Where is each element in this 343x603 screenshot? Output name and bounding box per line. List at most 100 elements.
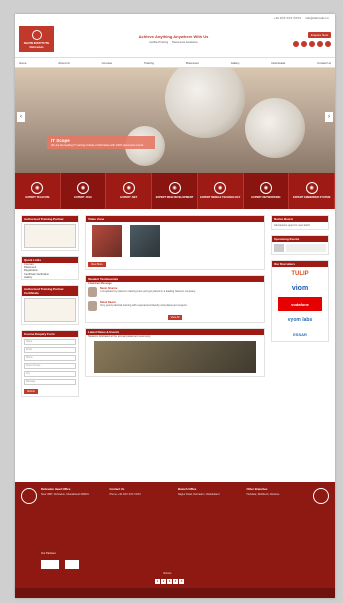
enquire-button[interactable]: Enquire Now [307, 31, 331, 38]
code-icon: ◉ [77, 182, 90, 194]
service-web[interactable]: ◉ EXPERT WEB DEVELOPMENT [152, 172, 198, 209]
site-logo[interactable]: NAVIN INSTITUTE Dehradun [19, 26, 54, 52]
event-text [286, 244, 326, 252]
name-field[interactable]: Name [24, 339, 76, 346]
nav-home[interactable]: Home [19, 61, 26, 65]
service-dotnet[interactable]: ◉ EXPERT .NET [106, 172, 153, 209]
partner-logo[interactable] [41, 560, 59, 569]
video-thumbnail[interactable] [130, 225, 160, 257]
video-thumbnails [86, 222, 264, 260]
service-label: EXPERT JAVA [74, 196, 92, 199]
highlight-1: Certified Training [149, 41, 169, 44]
event-item[interactable] [272, 242, 328, 254]
google-plus-icon[interactable] [309, 40, 315, 47]
service-label: EXPERT TELECOM [25, 196, 50, 199]
certificate-image[interactable] [24, 224, 76, 248]
counter-digit: 1 [155, 579, 160, 584]
quick-link[interactable]: Gallery [22, 276, 78, 279]
nav-downloads[interactable]: Downloads [271, 61, 285, 65]
certificate-box: Authorised Training Partner [21, 215, 79, 251]
certificate-box-2: Authorised Training Partner Certificate [21, 285, 79, 326]
footer-columns: Dehradun Head Office Near ISBT, Dehradun… [15, 482, 335, 497]
submit-button[interactable]: Submit [24, 389, 38, 395]
video-thumbnail[interactable] [92, 225, 122, 257]
browser-frame: +91 9XX XXX XXXX info@dehradun.in NAVIN … [15, 14, 335, 598]
recruiter-logo-essar[interactable]: ESSAR [272, 327, 328, 341]
web-icon: ◉ [168, 182, 181, 194]
slider-next-icon[interactable]: › [325, 112, 333, 122]
nav-training[interactable]: Training [144, 61, 154, 65]
quick-links-box: Quick Links Courses Placement Registrati… [21, 256, 79, 281]
view-more-button[interactable]: View More [88, 262, 106, 267]
youtube-icon[interactable] [325, 40, 331, 47]
recruiter-logo-tulip[interactable]: TULIP [272, 267, 328, 281]
notice-board-box: Notice Board Admissions open for new bat… [271, 215, 329, 230]
recruiters-box: Our Recruiters TULIP viom vodafone vyom … [271, 260, 329, 342]
hero-description: We are the leading IT training institute… [51, 144, 144, 147]
email-text[interactable]: info@dehradun.in [305, 16, 329, 20]
service-networking[interactable]: ◉ EXPERT NETWORKING [243, 172, 290, 209]
events-box: Upcoming Events [271, 235, 329, 255]
recruiter-logo-viom[interactable]: viom [272, 281, 328, 295]
testimonials-box: Student Testimonials Chairman Message Na… [85, 275, 265, 324]
testimonial-item: Navin Sharma I completed my telecom trai… [86, 285, 264, 299]
enquiry-form: Course Enquiry Form Name Email Phone Sel… [21, 330, 79, 398]
counter-digit: 2 [161, 579, 166, 584]
footer-col-text: Phone: +91 9XX XXX XXXX [109, 493, 141, 497]
net-icon: ◉ [122, 182, 135, 194]
avatar [88, 287, 97, 298]
partner-logo[interactable] [65, 560, 79, 569]
recruiter-logo-vodafone[interactable]: vodafone [278, 297, 322, 311]
testimonial-text: Navin Sharma I completed my telecom trai… [100, 287, 196, 293]
nav-courses[interactable]: Courses [102, 61, 112, 65]
service-embedded[interactable]: ◉ EXPERT EMBEDDED SYSTEM [289, 172, 335, 209]
footer-logo-icon [21, 488, 37, 504]
network-icon: ◉ [259, 182, 272, 194]
phone-field[interactable]: Phone [24, 355, 76, 362]
hero-caption: IT Scope We are the leading IT training … [47, 136, 155, 149]
testimonial-item: Rahul Rawat Very good practical training… [86, 299, 264, 313]
service-java[interactable]: ◉ EXPERT JAVA [60, 172, 107, 209]
facebook-icon[interactable] [293, 40, 299, 47]
service-label: EXPERT MOBILE TECHNOLOGY [200, 196, 241, 199]
services-strip: ◉ EXPERT TELECOM ◉ EXPERT JAVA ◉ EXPERT .NE… [15, 172, 335, 209]
certificate-heading-2: Authorised Training Partner Certificate [22, 286, 78, 297]
email-field[interactable]: Email [24, 347, 76, 354]
partner-logos [41, 560, 79, 569]
site-footer: Dehradun Head Office Near ISBT, Dehradun… [15, 482, 335, 598]
city-field[interactable]: City [24, 371, 76, 378]
top-contact-bar: +91 9XX XXX XXXX info@dehradun.in [15, 14, 335, 21]
recruiter-logo-vyomlabs[interactable]: vyom labs [272, 313, 328, 327]
left-column: Authorised Training Partner Quick Links … [21, 215, 79, 461]
header-right: Enquire Now [293, 31, 331, 47]
testimonial-body: Very good practical training with experi… [100, 304, 188, 308]
nav-contact[interactable]: Contact Us [317, 61, 331, 65]
service-mobile[interactable]: ◉ EXPERT MOBILE TECHNOLOGY [197, 172, 244, 209]
twitter-icon[interactable] [301, 40, 307, 47]
site-header: NAVIN INSTITUTE Dehradun Achieve Anythin… [15, 21, 335, 57]
right-column: Notice Board Admissions open for new bat… [271, 215, 329, 461]
enquiry-form-heading: Course Enquiry Form [22, 331, 78, 338]
nav-about[interactable]: About Us [58, 61, 70, 65]
nav-gallery[interactable]: Gallery [231, 61, 240, 65]
certificate-image-2[interactable] [24, 298, 76, 323]
service-label: EXPERT WEB DEVELOPMENT [155, 196, 194, 199]
counter-digit: 3 [167, 579, 172, 584]
footer-col: Other Branches Haridwar, Rishikesh, Roor… [247, 487, 310, 497]
social-links [293, 40, 331, 47]
message-field[interactable]: Message [24, 379, 76, 386]
view-all-button[interactable]: View All [167, 315, 183, 321]
slider-prev-icon[interactable]: ‹ [17, 112, 25, 122]
nav-placement[interactable]: Placement [186, 61, 199, 65]
course-select[interactable]: Select Course [24, 363, 76, 370]
chip-icon: ◉ [305, 182, 318, 194]
service-telecom[interactable]: ◉ EXPERT TELECOM [15, 172, 61, 209]
view-all-wrap: View All [86, 313, 264, 322]
phone-text[interactable]: +91 9XX XXX XXXX [274, 16, 301, 20]
linkedin-icon[interactable] [317, 40, 323, 47]
visitor-counter: 1 2 3 4 6 [155, 579, 184, 584]
news-photo[interactable] [94, 341, 256, 374]
main-nav: Home About Us Courses Training Placement… [15, 57, 335, 68]
news-item[interactable]: Students felicitated at the annual place… [86, 335, 264, 338]
notice-line[interactable]: Admissions open for new batch [272, 222, 328, 229]
